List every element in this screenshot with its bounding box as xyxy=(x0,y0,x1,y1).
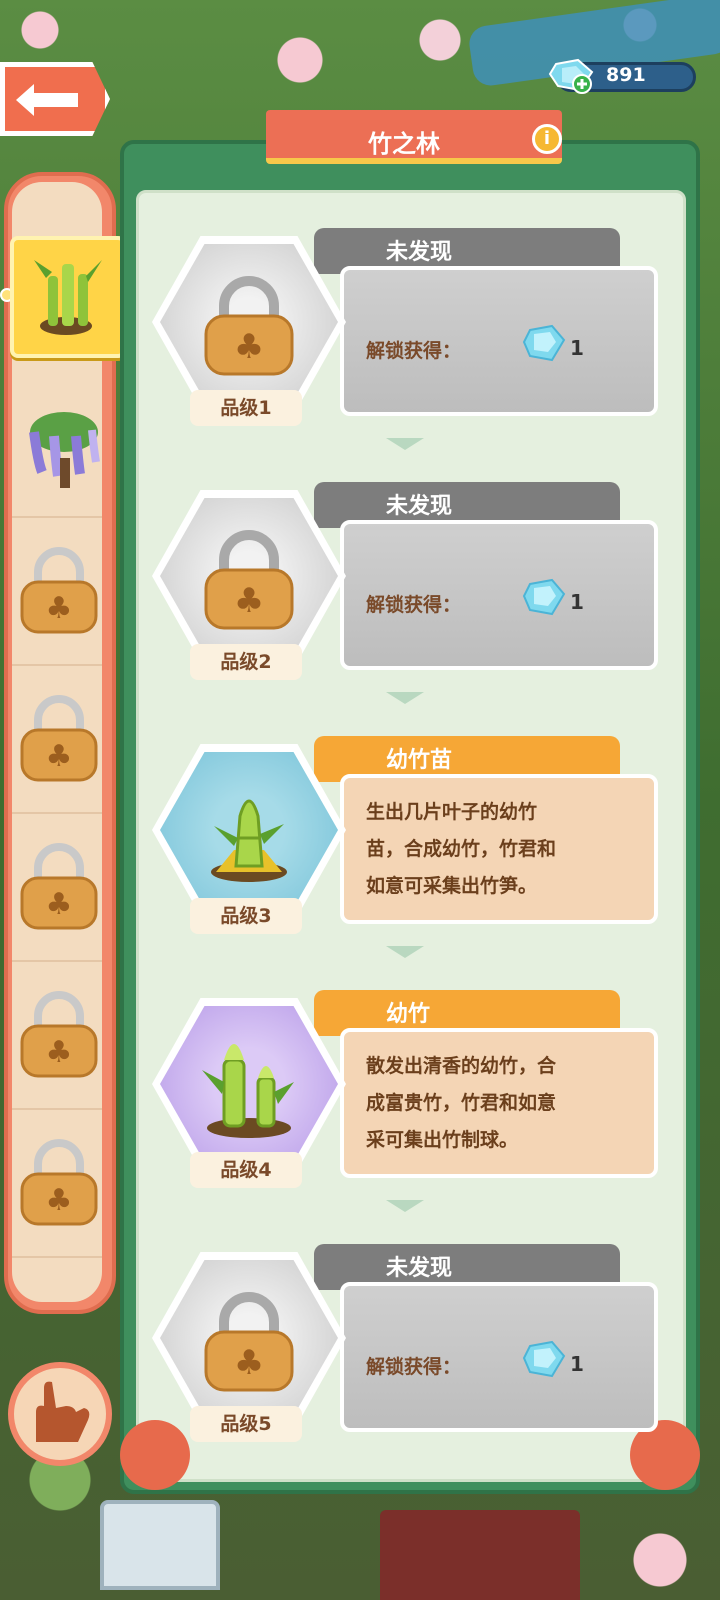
wisteria-icon[interactable] xyxy=(20,402,106,498)
grade-label: 品级1 xyxy=(190,390,302,426)
gem-icon xyxy=(522,578,566,616)
svg-text:♣: ♣ xyxy=(234,1343,264,1383)
reward-count: 1 xyxy=(570,1352,584,1376)
reward-count: 1 xyxy=(570,590,584,614)
grade-label: 品级5 xyxy=(190,1406,302,1442)
back-arrow-icon xyxy=(16,84,78,116)
hand-icon xyxy=(36,1381,90,1442)
item-card-3[interactable]: 幼竹苗 生出几片叶子的幼竹 苗，合成幼竹，竹君和 如意可采集出竹笋。 品级3 xyxy=(150,736,680,946)
item-card-2[interactable]: 未发现 解锁获得： 1 ♣ 品级2 xyxy=(150,482,680,692)
page-title: 竹之林 xyxy=(368,130,440,158)
item-description: 生出几片叶子的幼竹 苗，合成幼竹，竹君和 如意可采集出竹笋。 xyxy=(366,801,557,897)
lock-icon[interactable]: ♣ xyxy=(16,840,102,936)
lock-icon: ♣ xyxy=(204,530,294,630)
reward-count: 1 xyxy=(570,336,584,360)
svg-text:♣: ♣ xyxy=(46,739,73,774)
unlock-label: 解锁获得： xyxy=(366,1356,462,1378)
chevron-down-icon xyxy=(386,692,424,704)
item-card-4[interactable]: 幼竹 散发出清香的幼竹，合 成富贵竹，竹君和如意 采可集出竹制球。 品级4 xyxy=(150,990,680,1200)
chevron-down-icon xyxy=(386,946,424,958)
lock-icon[interactable]: ♣ xyxy=(16,544,102,640)
unlock-label: 解锁获得： xyxy=(366,594,462,616)
unlock-label: 解锁获得： xyxy=(366,340,462,362)
young-bamboo-icon xyxy=(202,1044,294,1138)
info-icon[interactable]: i xyxy=(532,124,562,154)
grade-label: 品级3 xyxy=(190,898,302,934)
lock-icon[interactable]: ♣ xyxy=(16,1136,102,1232)
hand-button[interactable] xyxy=(8,1362,112,1466)
lock-icon: ♣ xyxy=(204,1292,294,1392)
grade-label: 品级2 xyxy=(190,644,302,680)
bamboo-sprout-icon xyxy=(211,799,287,882)
gem-icon xyxy=(522,324,566,362)
shop-decoration xyxy=(380,1510,580,1600)
grade-label: 品级4 xyxy=(190,1152,302,1188)
lock-icon[interactable]: ♣ xyxy=(16,692,102,788)
bamboo-icon xyxy=(34,260,102,335)
svg-text:♣: ♣ xyxy=(234,581,264,621)
svg-text:♣: ♣ xyxy=(234,327,264,367)
svg-text:♣: ♣ xyxy=(46,1183,73,1218)
gem-icon xyxy=(522,1340,566,1378)
item-card-5[interactable]: 未发现 解锁获得： 1 ♣ 品级5 xyxy=(150,1244,680,1454)
svg-text:♣: ♣ xyxy=(46,1035,73,1070)
chevron-down-icon xyxy=(386,438,424,450)
item-description: 散发出清香的幼竹，合 成富贵竹，竹君和如意 采可集出竹制球。 xyxy=(366,1055,557,1151)
lock-icon: ♣ xyxy=(204,276,294,376)
gem-plus-icon[interactable] xyxy=(548,56,596,96)
svg-text:♣: ♣ xyxy=(46,887,73,922)
building-decoration xyxy=(100,1500,220,1590)
lock-icon[interactable]: ♣ xyxy=(16,988,102,1084)
svg-text:♣: ♣ xyxy=(46,591,73,626)
item-card-1[interactable]: 未发现 解锁获得： 1 ♣ 品级1 xyxy=(150,228,680,438)
chevron-down-icon xyxy=(386,1200,424,1212)
gem-count: 891 xyxy=(606,64,646,86)
